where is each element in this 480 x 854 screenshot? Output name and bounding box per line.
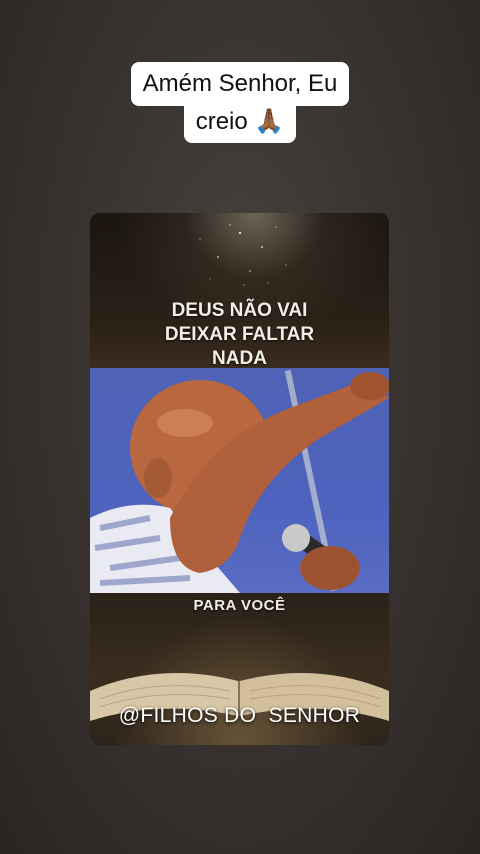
caption-line-1: Amém Senhor, Eu (130, 62, 350, 106)
caption-line-2: creio 🙏🏾 (183, 104, 297, 143)
preacher-illustration (90, 369, 389, 593)
video-card[interactable]: DEUS NÃO VAI DEIXAR FALTAR NADA PARA VOC… (90, 213, 389, 745)
headline-line-2: DEIXAR FALTAR (164, 324, 315, 345)
caption-sticker: Amém Senhor, Eu creio 🙏🏾 (0, 62, 480, 143)
headline-line-1: DEUS NÃO VAI (171, 300, 308, 321)
video-headline: DEUS NÃO VAI DEIXAR FALTAR NADA (90, 299, 389, 371)
video-subline: PARA VOCÊ (193, 597, 286, 614)
preacher-photo (90, 368, 389, 593)
video-watermark: @FILHOS DO SENHOR (118, 704, 361, 727)
